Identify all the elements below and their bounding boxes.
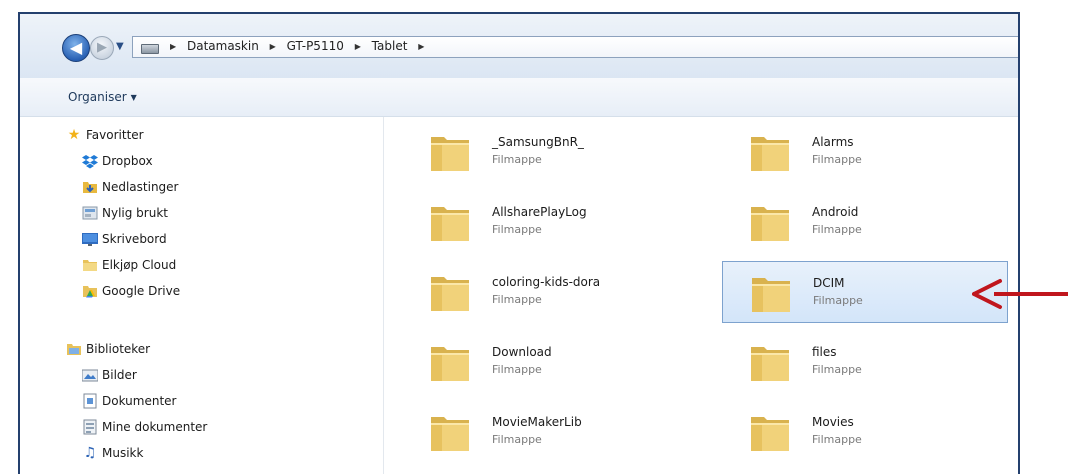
folder-type: Filmappe bbox=[492, 223, 542, 236]
folder-name: Download bbox=[492, 345, 552, 359]
back-button[interactable]: ◀ bbox=[62, 34, 90, 62]
music-icon: ♫ bbox=[83, 445, 97, 461]
folder-name: coloring-kids-dora bbox=[492, 275, 601, 289]
folder-name: DCIM bbox=[813, 276, 845, 290]
forward-arrow-icon: ▶ bbox=[97, 40, 107, 55]
recent-pages-dropdown-icon[interactable]: ▼ bbox=[116, 41, 124, 52]
google-drive-icon bbox=[83, 286, 97, 298]
folder-type: Filmappe bbox=[492, 153, 542, 166]
breadcrumb-chevron-icon[interactable]: ▶ bbox=[270, 42, 276, 51]
file-list: _SamsungBnR_ Filmappe Alarms Filmappe Allsha… bbox=[384, 117, 1018, 474]
folder-name: AllsharePlayLog bbox=[492, 205, 587, 219]
folder-icon bbox=[749, 272, 793, 316]
address-bar-area: ◀ ▶ ▼ ▶ Datamaskin ▶ GT-P5110 ▶ Tablet ▶ bbox=[20, 14, 1018, 78]
folder-icon bbox=[748, 411, 792, 455]
breadcrumb-item-datamaskin[interactable]: Datamaskin bbox=[187, 39, 259, 53]
folder-item[interactable]: coloring-kids-dora Filmappe bbox=[402, 261, 688, 323]
explorer-window: ◀ ▶ ▼ ▶ Datamaskin ▶ GT-P5110 ▶ Tablet ▶… bbox=[18, 12, 1020, 474]
folder-icon bbox=[428, 201, 472, 245]
breadcrumb-chevron-icon[interactable]: ▶ bbox=[170, 42, 176, 51]
folder-icon bbox=[428, 271, 472, 315]
forward-button[interactable]: ▶ bbox=[90, 36, 114, 60]
folder-type: Filmappe bbox=[812, 363, 862, 376]
folder-item[interactable]: files Filmappe bbox=[722, 331, 1008, 393]
address-box[interactable]: ▶ Datamaskin ▶ GT-P5110 ▶ Tablet ▶ bbox=[132, 36, 1018, 58]
annotation-arrow bbox=[972, 279, 1068, 309]
folder-icon bbox=[83, 260, 97, 271]
drive-icon bbox=[141, 44, 159, 54]
folder-item[interactable]: Alarms Filmappe bbox=[722, 121, 1008, 183]
folder-item[interactable]: _SamsungBnR_ Filmappe bbox=[402, 121, 688, 183]
breadcrumb: ▶ Datamaskin ▶ GT-P5110 ▶ Tablet ▶ bbox=[163, 39, 431, 53]
organise-label: Organiser bbox=[68, 90, 127, 104]
navigation-pane: ★ Favoritter Dropbox Nedlastinger Nylig … bbox=[20, 117, 384, 474]
folder-icon bbox=[748, 341, 792, 385]
folder-name: Alarms bbox=[812, 135, 854, 149]
folder-type: Filmappe bbox=[492, 293, 542, 306]
folder-item[interactable]: Movies Filmappe bbox=[722, 401, 1008, 463]
folder-icon bbox=[748, 131, 792, 175]
folder-type: Filmappe bbox=[492, 363, 542, 376]
libraries-icon bbox=[67, 344, 81, 355]
organise-menu-button[interactable]: Organiser ▼ bbox=[68, 90, 137, 104]
folder-name: Android bbox=[812, 205, 859, 219]
downloads-icon bbox=[83, 182, 97, 193]
breadcrumb-chevron-icon[interactable]: ▶ bbox=[355, 42, 361, 51]
breadcrumb-item-tablet[interactable]: Tablet bbox=[372, 39, 408, 53]
back-arrow-icon: ◀ bbox=[69, 38, 83, 57]
folder-item[interactable]: MovieMakerLib Filmappe bbox=[402, 401, 688, 463]
folder-name: Movies bbox=[812, 415, 854, 429]
folder-name: files bbox=[812, 345, 837, 359]
folder-item[interactable]: Download Filmappe bbox=[402, 331, 688, 393]
folder-item[interactable]: AllsharePlayLog Filmappe bbox=[402, 191, 688, 253]
folder-type: Filmappe bbox=[813, 294, 863, 307]
folder-item[interactable]: Android Filmappe bbox=[722, 191, 1008, 253]
folder-type: Filmappe bbox=[812, 223, 862, 236]
star-icon: ★ bbox=[67, 127, 81, 143]
folder-icon bbox=[428, 131, 472, 175]
recent-places-icon bbox=[82, 206, 98, 220]
breadcrumb-chevron-icon[interactable]: ▶ bbox=[418, 42, 424, 51]
my-documents-icon bbox=[83, 419, 97, 435]
folder-icon bbox=[748, 201, 792, 245]
folder-item[interactable]: DCIM Filmappe bbox=[722, 261, 1008, 323]
documents-icon bbox=[83, 393, 97, 409]
folder-type: Filmappe bbox=[812, 153, 862, 166]
breadcrumb-item-gt-p5110[interactable]: GT-P5110 bbox=[287, 39, 344, 53]
command-bar: Organiser ▼ bbox=[20, 78, 1018, 117]
folder-type: Filmappe bbox=[812, 433, 862, 446]
folder-name: MovieMakerLib bbox=[492, 415, 582, 429]
chevron-down-icon: ▼ bbox=[130, 93, 137, 102]
folder-icon bbox=[428, 341, 472, 385]
folder-name: _SamsungBnR_ bbox=[492, 135, 584, 149]
folder-type: Filmappe bbox=[492, 433, 542, 446]
folder-icon bbox=[428, 411, 472, 455]
desktop-icon bbox=[82, 233, 98, 246]
dropbox-icon bbox=[82, 155, 98, 169]
pictures-icon bbox=[82, 369, 98, 382]
